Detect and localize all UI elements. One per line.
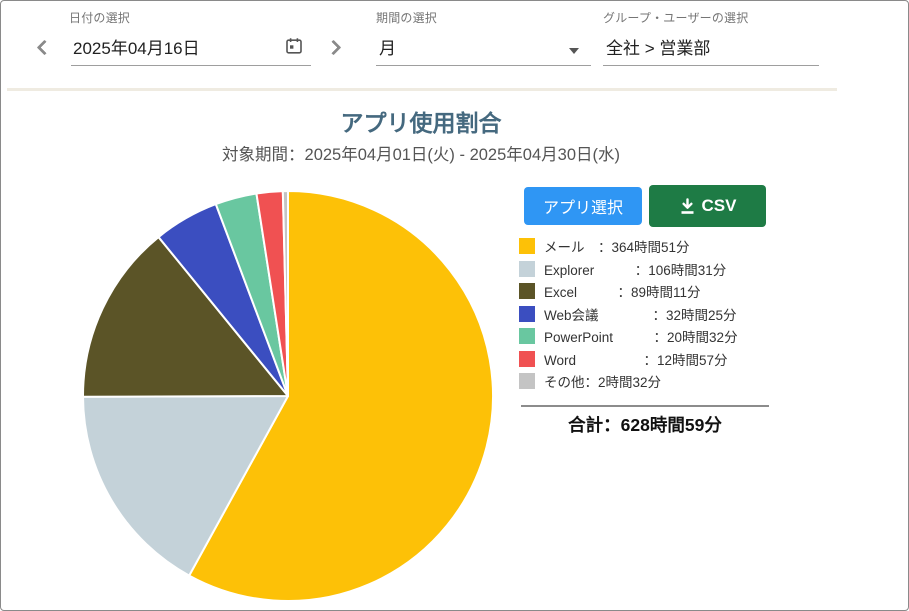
calendar-icon[interactable] <box>285 37 303 60</box>
caret-down-icon[interactable] <box>569 48 579 54</box>
pie-chart[interactable] <box>78 186 498 606</box>
legend-swatch <box>519 261 535 277</box>
legend-label: その他：2時間32分 <box>544 371 661 391</box>
period-select[interactable]: 月 <box>379 34 396 59</box>
legend-label: Word ：12時間57分 <box>544 349 728 369</box>
legend-label: PowerPoint ：20時間32分 <box>544 326 738 346</box>
date-input-underline <box>71 65 311 66</box>
legend-label: Explorer ：106時間31分 <box>544 259 726 279</box>
legend-swatch <box>519 351 535 367</box>
total-divider <box>521 405 769 407</box>
legend-row-excel[interactable]: Excel ：89時間11分 <box>519 283 771 299</box>
period-select-underline <box>376 65 591 66</box>
chart-legend: メール ：364時間51分 Explorer ：106時間31分 Excel ：… <box>519 238 771 396</box>
csv-download-button[interactable]: CSV <box>649 185 766 227</box>
csv-button-label: CSV <box>702 196 737 216</box>
legend-row-explorer[interactable]: Explorer ：106時間31分 <box>519 261 771 277</box>
group-select-underline <box>603 65 819 66</box>
page-title: アプリ使用割合 <box>86 104 756 138</box>
legend-swatch <box>519 328 535 344</box>
target-period-subtitle: 対象期間：2025年04月01日(火) - 2025年04月30日(水) <box>86 141 756 165</box>
legend-swatch <box>519 238 535 254</box>
next-date-button[interactable] <box>326 40 342 56</box>
app-select-button[interactable]: アプリ選択 <box>524 187 642 225</box>
legend-row-web-meeting[interactable]: Web会議 ：32時間25分 <box>519 306 771 322</box>
legend-swatch <box>519 283 535 299</box>
total-usage: 合計：628時間59分 <box>519 412 771 437</box>
legend-swatch <box>519 373 535 389</box>
dashboard-page: 日付の選択 2025年04月16日 期間の選択 月 グループ・ユーザーの選択 全… <box>0 0 909 611</box>
legend-row-powerpoint[interactable]: PowerPoint ：20時間32分 <box>519 328 771 344</box>
legend-swatch <box>519 306 535 322</box>
legend-row-mail[interactable]: メール ：364時間51分 <box>519 238 771 254</box>
date-input[interactable]: 2025年04月16日 <box>73 34 200 59</box>
group-filter-label: グループ・ユーザーの選択 <box>603 9 748 26</box>
legend-label: Web会議 ：32時間25分 <box>544 304 737 324</box>
group-select[interactable]: 全社 > 営業部 <box>606 34 710 59</box>
legend-row-other[interactable]: その他：2時間32分 <box>519 373 771 389</box>
period-filter-label: 期間の選択 <box>376 9 437 26</box>
legend-label: Excel ：89時間11分 <box>544 281 701 301</box>
download-icon <box>679 198 696 215</box>
header-separator <box>7 88 837 91</box>
legend-label: メール ：364時間51分 <box>544 236 690 256</box>
legend-row-word[interactable]: Word ：12時間57分 <box>519 351 771 367</box>
prev-date-button[interactable] <box>37 40 53 56</box>
date-filter-label: 日付の選択 <box>69 9 130 26</box>
